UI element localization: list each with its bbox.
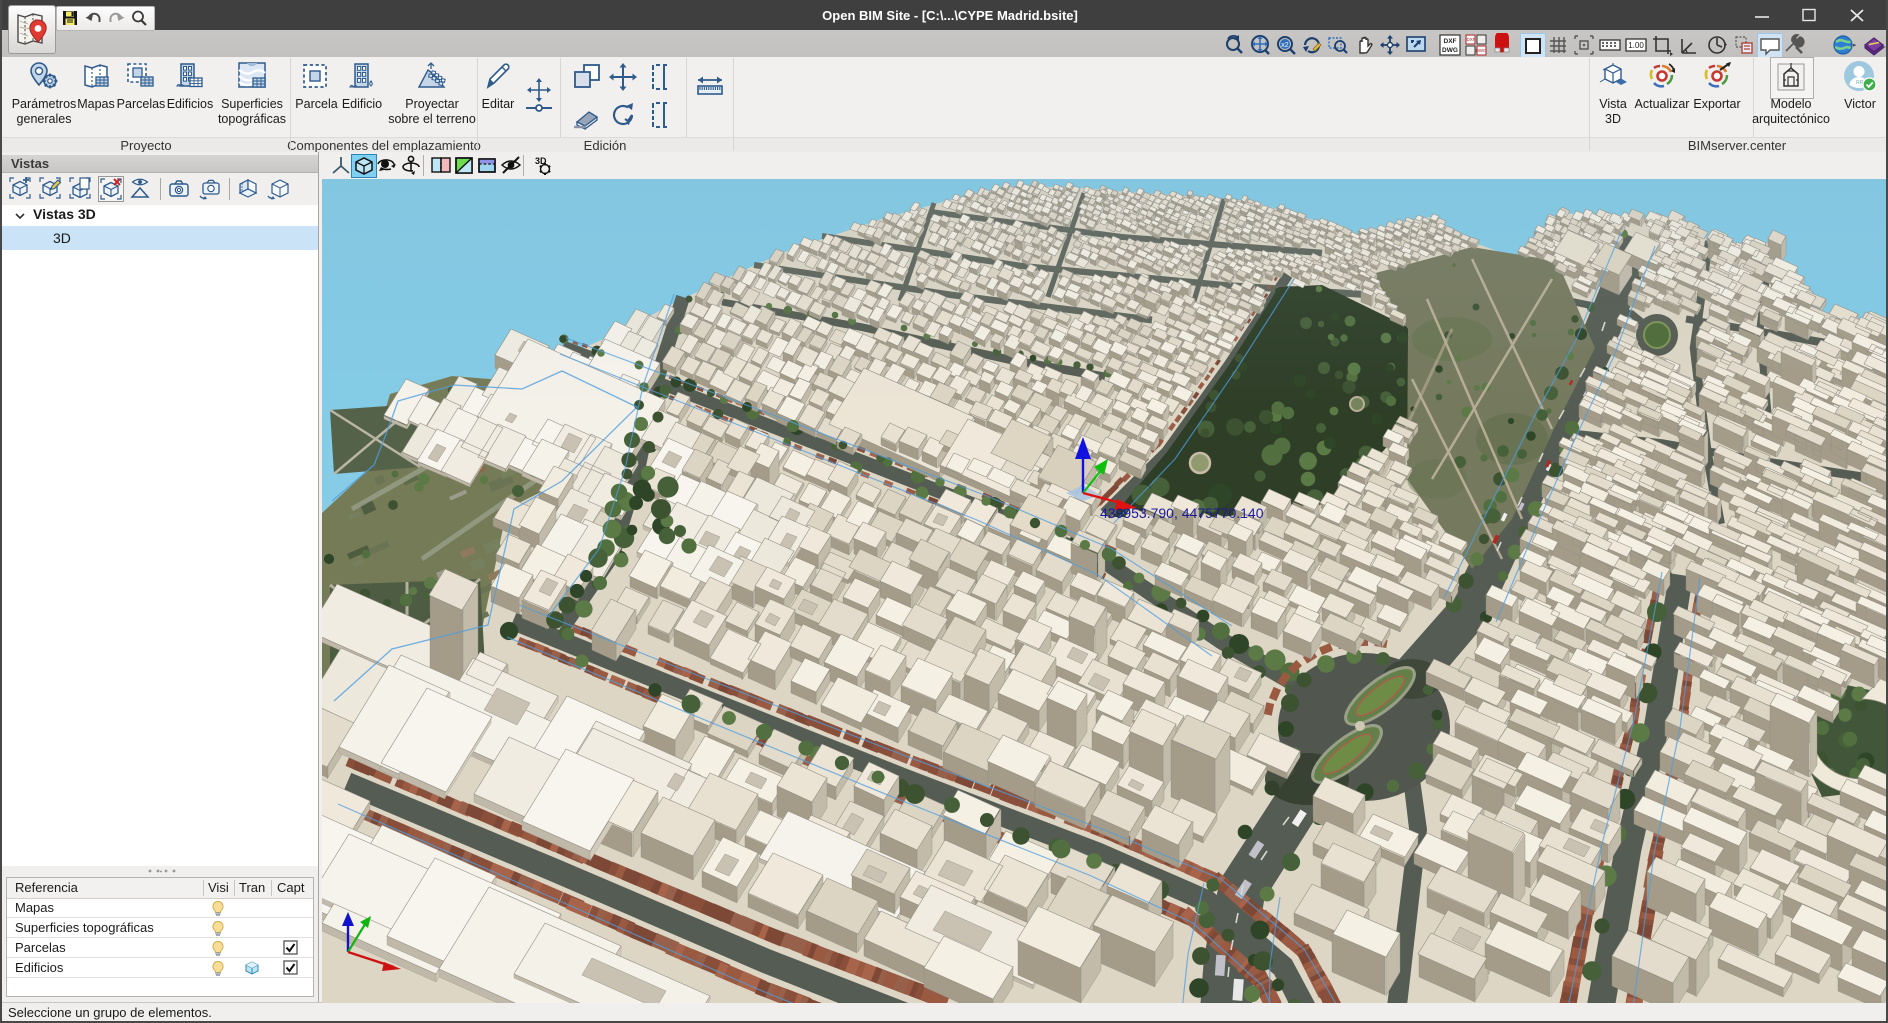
svg-text:1.00: 1.00: [1628, 41, 1644, 50]
svg-text:DWG: DWG: [1442, 47, 1458, 54]
svg-text:439953.790, 4475770.140: 439953.790, 4475770.140: [1100, 505, 1264, 521]
svg-text:DXF: DXF: [1467, 37, 1476, 42]
svg-text:DWG: DWG: [1476, 48, 1487, 53]
svg-text:DXF: DXF: [1444, 38, 1457, 45]
svg-text:x2: x2: [1281, 42, 1289, 49]
